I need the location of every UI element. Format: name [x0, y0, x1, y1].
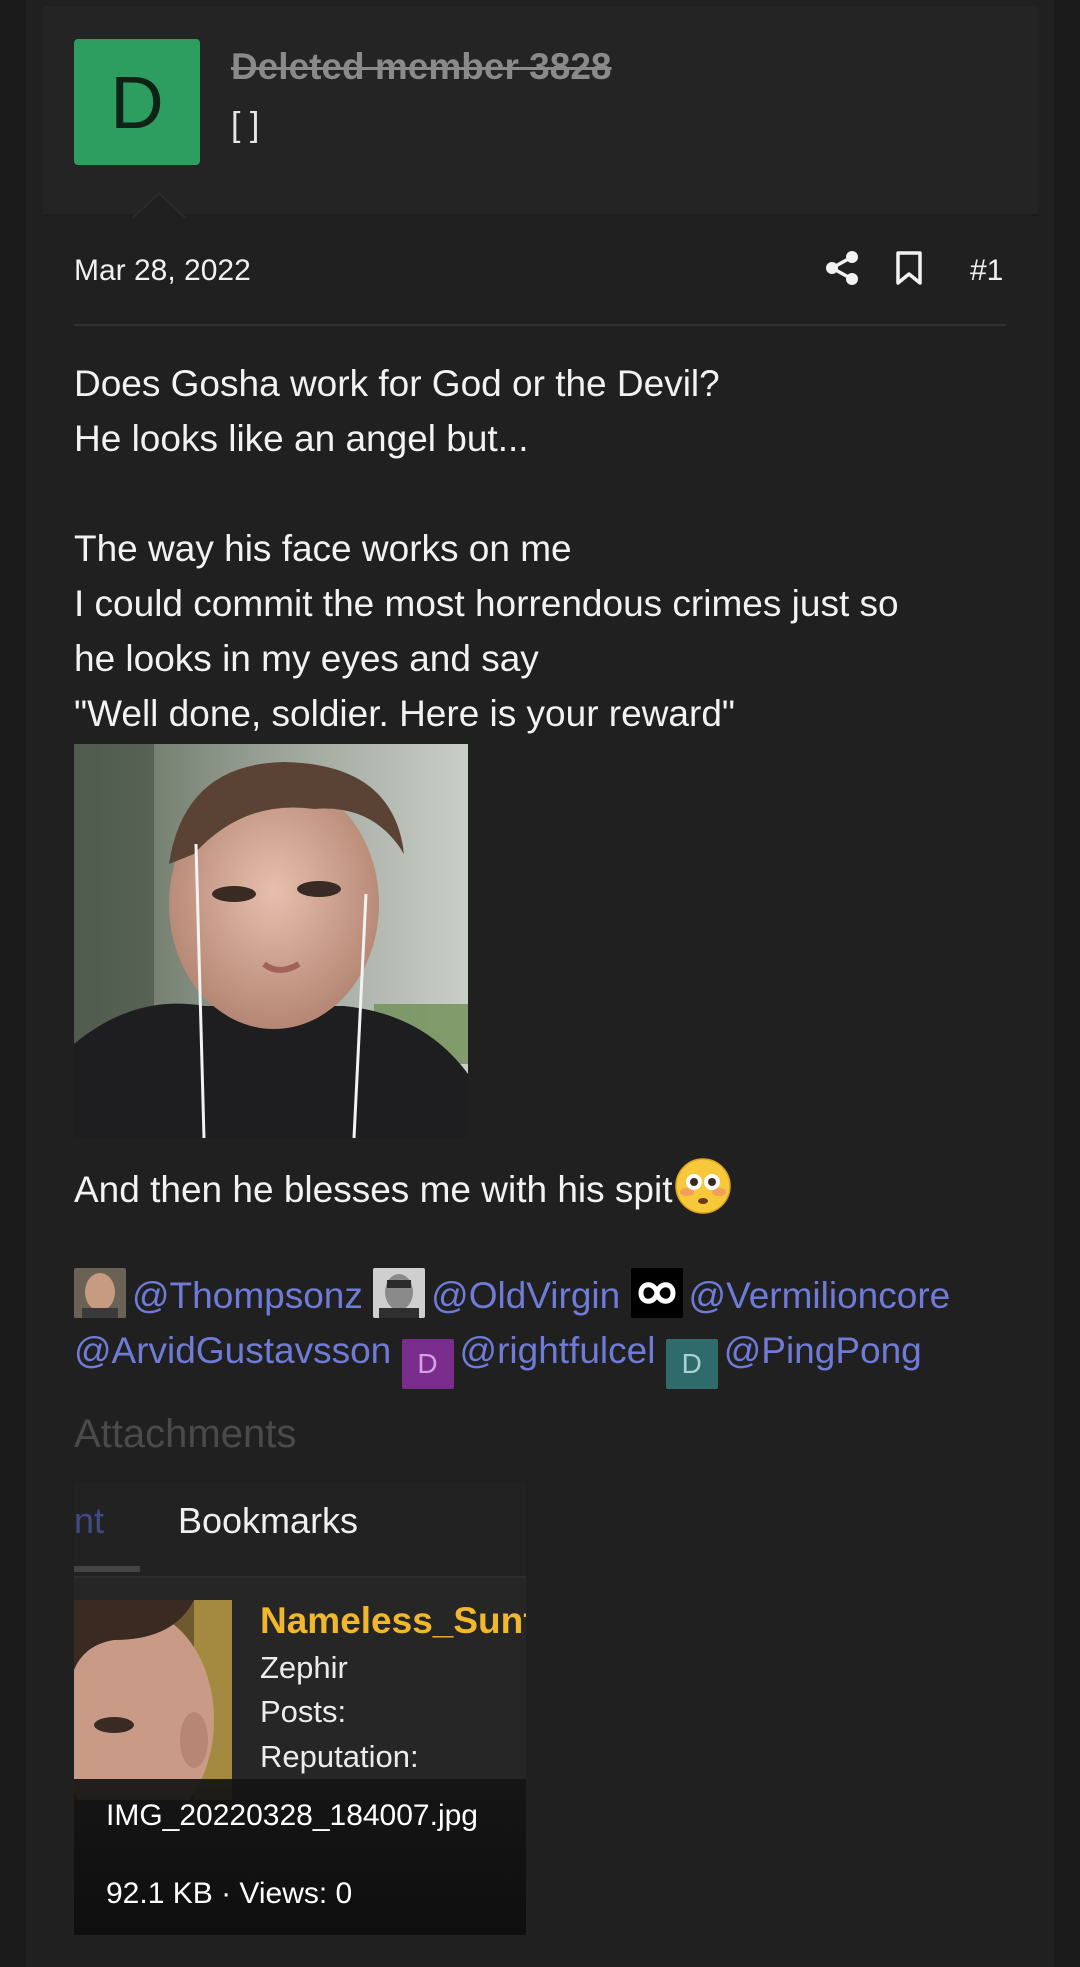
tab-underline [74, 1566, 140, 1572]
share-icon[interactable] [824, 250, 860, 286]
file-meta: 92.1 KB · Views: 0 [106, 1877, 353, 1910]
mention-arvidgustavsson[interactable]: @ArvidGustavsson [74, 1330, 391, 1371]
attachments-heading: Attachments [74, 1412, 297, 1456]
mention-name: @OldVirgin [431, 1275, 621, 1316]
post-body: Does Gosha work for God or the Devil? He… [74, 356, 1014, 741]
user-header: D Deleted member 3828 [ ] [43, 6, 1038, 219]
body-line: The way his face works on me [74, 528, 572, 569]
mention-vermilioncore[interactable]: @Vermilioncore [630, 1268, 951, 1318]
body-line: He looks like an angel but... [74, 418, 529, 459]
profile-posts: Posts: [260, 1694, 347, 1729]
mention-rightfulcel[interactable]: D @rightfulcel [401, 1330, 656, 1389]
mention-thompsonz[interactable]: @Thompsonz [74, 1268, 363, 1318]
body-line: Does Gosha work for God or the Devil? [74, 363, 720, 404]
user-arrow [133, 195, 185, 219]
avatar [74, 1268, 126, 1318]
post: D Deleted member 3828 [ ] Mar 28, 2022 #… [26, 0, 1054, 1967]
body-line: And then he blesses me with his spit [74, 1169, 673, 1210]
tab-partial: nt [74, 1500, 105, 1541]
page: D Deleted member 3828 [ ] Mar 28, 2022 #… [0, 0, 1080, 1967]
mention-name: @rightfulcel [459, 1330, 656, 1371]
tab-bookmarks: Bookmarks [178, 1500, 359, 1541]
mentions: @Thompsonz @OldVirgin @Vermilioncore @Ar… [74, 1268, 1034, 1389]
user-title: [ ] [231, 106, 260, 144]
profile-reputation: Reputation: [260, 1739, 419, 1774]
post-number[interactable]: #1 [970, 254, 1003, 288]
body-line: he looks in my eyes and say [74, 638, 539, 679]
username[interactable]: Deleted member 3828 [231, 46, 611, 88]
post-meta: Mar 28, 2022 #1 [74, 240, 1006, 326]
attachment-thumbnail[interactable]: nt Bookmarks Nameless_Sunf Zephir Posts:… [74, 1482, 526, 1935]
mention-name: @PingPong [723, 1330, 922, 1371]
mention-oldvirgin[interactable]: @OldVirgin [373, 1268, 621, 1318]
post-image[interactable] [74, 744, 468, 1138]
profile-rank: Zephir [260, 1650, 348, 1685]
avatar [373, 1268, 426, 1318]
mention-name: @Vermilioncore [688, 1275, 951, 1316]
profile-photo [74, 1600, 232, 1800]
avatar[interactable]: D [74, 39, 200, 165]
body-line: "Well done, soldier. Here is your reward… [74, 693, 736, 734]
screenshot-tab-strip: nt Bookmarks [74, 1482, 526, 1578]
infinity-icon [630, 1268, 683, 1318]
bookmark-icon[interactable] [894, 250, 924, 286]
mention-pingpong[interactable]: D @PingPong [665, 1330, 922, 1389]
avatar: D [401, 1338, 454, 1389]
flushed-face-emoji [674, 1158, 731, 1214]
mention-name: @Thompsonz [132, 1275, 363, 1316]
attachment-info: IMG_20220328_184007.jpg 92.1 KB · Views:… [74, 1779, 526, 1935]
body-line: I could commit the most horrendous crime… [74, 583, 899, 624]
file-name[interactable]: IMG_20220328_184007.jpg [106, 1799, 478, 1833]
mention-name: @ArvidGustavsson [74, 1330, 392, 1371]
post-date[interactable]: Mar 28, 2022 [74, 254, 251, 288]
post-body-closing: And then he blesses me with his spit [74, 1158, 731, 1217]
profile-name: Nameless_Sunf [260, 1600, 526, 1641]
avatar-letter: D [110, 60, 164, 144]
body-gap [74, 466, 1014, 521]
avatar: D [665, 1338, 718, 1389]
